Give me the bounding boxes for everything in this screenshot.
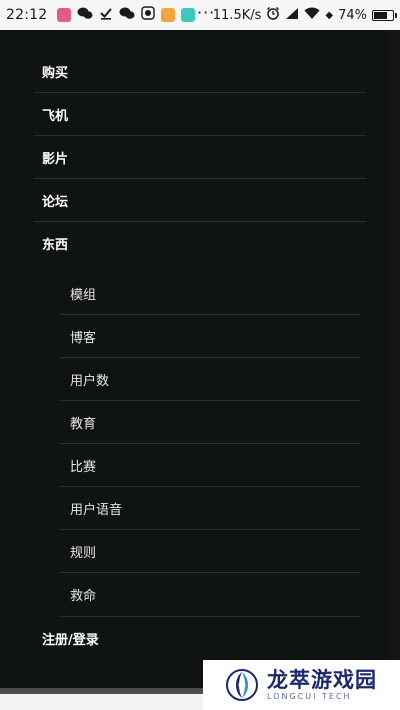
submenu-item-label: 比赛	[70, 459, 97, 475]
stuff-submenu: 模组 博客 用户数 教育 比赛 用户语音 规则 救命	[60, 265, 360, 617]
submenu-item-rules[interactable]: 规则	[60, 530, 360, 573]
menu-item-label: 影片	[42, 151, 69, 167]
status-time: 22:12	[6, 7, 48, 23]
submenu-item-blog[interactable]: 博客	[60, 315, 360, 358]
app-notification-icon	[57, 8, 72, 22]
vibrate-icon: ◆	[325, 9, 334, 21]
menu-item-label: 飞机	[42, 108, 69, 124]
wifi-icon	[304, 7, 320, 24]
site-watermark: 龙萃游戏园 LONGCUI TECH	[203, 660, 400, 710]
submenu-item-label: 用户数	[70, 373, 110, 389]
submenu-item-label: 博客	[70, 330, 97, 346]
menu-item-label: 注册/登录	[42, 633, 99, 648]
menu-item-stuff[interactable]: 东西	[34, 222, 366, 265]
menu-item-label: 论坛	[42, 194, 69, 210]
status-bar-left: 22:12	[6, 0, 196, 30]
alarm-icon	[266, 6, 280, 24]
menu-item-buy[interactable]: 购买	[34, 50, 366, 93]
submenu-item-label: 模组	[70, 287, 97, 303]
menu-item-label: 东西	[42, 238, 69, 253]
side-menu-panel: 购买 飞机 影片 论坛 东西 模组 博客 用户数 教育 比赛 用户语音 规则 救…	[0, 30, 388, 688]
submenu-item-label: 救命	[70, 589, 97, 604]
watermark-text: 龙萃游戏园 LONGCUI TECH	[267, 668, 377, 702]
submenu-item-help[interactable]: 救命	[60, 573, 360, 616]
status-bar: 22:12 ··· 11.5K/s ◆ 74%	[0, 0, 400, 30]
watermark-name: 龙萃游戏园	[267, 668, 377, 692]
battery-fill	[374, 11, 387, 19]
battery-percent: 74%	[338, 7, 367, 23]
menu-item-forum[interactable]: 论坛	[34, 179, 366, 222]
app-badge-icon	[141, 6, 156, 24]
submenu-item-label: 规则	[70, 545, 97, 561]
longcui-logo-icon	[226, 669, 258, 701]
wechat-icon	[77, 6, 93, 24]
menu-item-register-login[interactable]: 注册/登录	[34, 617, 366, 660]
submenu-item-competition[interactable]: 比赛	[60, 444, 360, 487]
menu-item-planes[interactable]: 飞机	[34, 93, 366, 136]
submenu-item-label: 教育	[70, 416, 97, 432]
submenu-item-mods[interactable]: 模组	[60, 272, 360, 315]
submenu-item-user-count[interactable]: 用户数	[60, 358, 360, 401]
status-bar-right: 11.5K/s ◆ 74%	[212, 0, 397, 30]
battery-icon	[372, 9, 397, 21]
download-complete-icon	[99, 6, 113, 24]
watermark-subtitle: LONGCUI TECH	[267, 692, 352, 701]
signal-icon	[285, 7, 299, 24]
menu-item-videos[interactable]: 影片	[34, 136, 366, 179]
app-store-icon	[181, 8, 196, 22]
menu-item-label: 购买	[42, 65, 69, 81]
taobao-icon	[161, 8, 176, 22]
submenu-item-user-voice[interactable]: 用户语音	[60, 487, 360, 530]
submenu-item-label: 用户语音	[70, 502, 123, 518]
menu-list: 购买 飞机 影片 论坛 东西 模组 博客 用户数 教育 比赛 用户语音 规则 救…	[34, 50, 366, 660]
network-speed: 11.5K/s	[212, 7, 262, 23]
submenu-item-education[interactable]: 教育	[60, 401, 360, 444]
wechat-icon-2	[119, 6, 135, 24]
